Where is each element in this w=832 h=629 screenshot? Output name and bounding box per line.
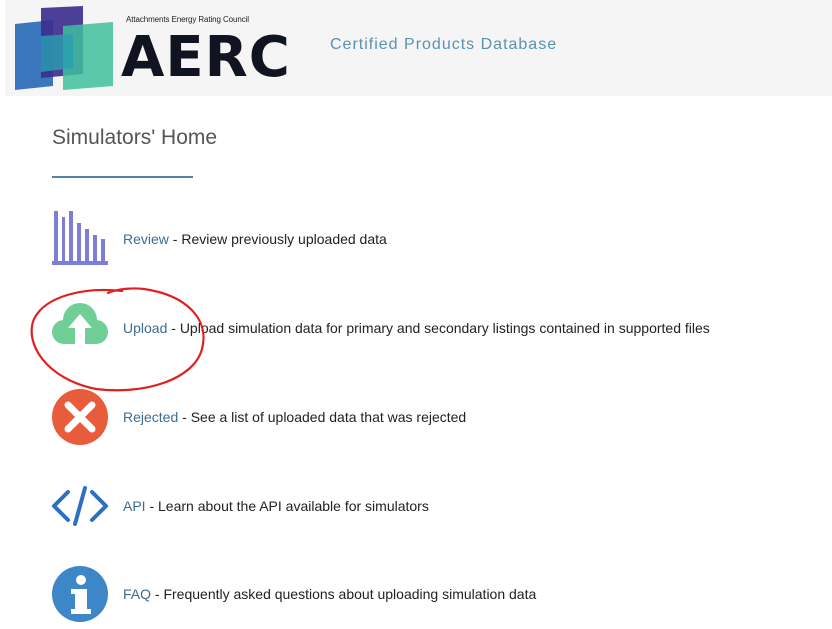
database-title: Certified Products Database [330,36,558,53]
title-underline [52,176,193,178]
code-icon[interactable] [50,476,110,536]
faq-link[interactable]: FAQ [123,586,151,602]
rejected-description: - See a list of uploaded data that was r… [178,409,467,425]
faq-item: FAQ - Frequently asked questions about u… [50,564,830,624]
api-description: - Learn about the API available for simu… [145,498,429,514]
faq-text: FAQ - Frequently asked questions about u… [123,586,536,602]
api-link[interactable]: API [123,498,146,514]
logo-org-name: Attachments Energy Rating Council [126,15,249,24]
bar-chart-icon[interactable] [50,209,110,269]
api-item: API - Learn about the API available for … [50,476,830,536]
page-title: Simulators' Home [52,126,218,149]
review-text: Review - Review previously uploaded data [123,231,387,247]
aerc-logo[interactable]: Attachments Energy Rating Council AERC [13,6,290,92]
site-header: Attachments Energy Rating Council AERC C… [5,0,832,96]
upload-item: Upload - Upload simulation data for prim… [50,298,830,358]
review-link[interactable]: Review [123,231,169,247]
review-description: - Review previously uploaded data [168,231,387,247]
reject-x-icon[interactable] [50,387,110,447]
logo-mark-icon [15,6,113,90]
rejected-text: Rejected - See a list of uploaded data t… [123,409,466,425]
upload-text: Upload - Upload simulation data for prim… [123,320,710,336]
logo-text: AERC [121,25,291,90]
rejected-link[interactable]: Rejected [123,409,178,425]
rejected-item: Rejected - See a list of uploaded data t… [50,387,830,447]
api-text: API - Learn about the API available for … [123,498,429,514]
info-icon[interactable] [50,564,110,624]
faq-description: - Frequently asked questions about uploa… [151,586,537,602]
upload-link[interactable]: Upload [123,320,167,336]
cloud-upload-icon[interactable] [50,298,110,358]
review-item: Review - Review previously uploaded data [50,209,830,269]
upload-description: - Upload simulation data for primary and… [167,320,710,336]
